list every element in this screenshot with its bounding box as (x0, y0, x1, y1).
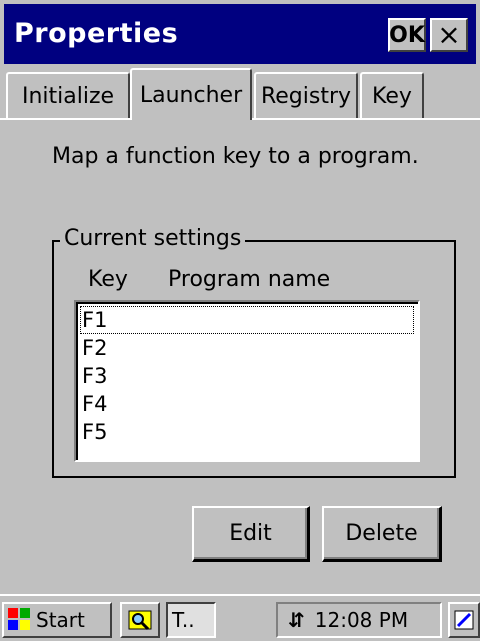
tab-strip: Initialize Launcher Registry Key (0, 64, 480, 124)
tab-launcher[interactable]: Launcher (130, 68, 252, 120)
tab-initialize[interactable]: Initialize (6, 72, 130, 118)
column-header-key: Key (88, 267, 128, 292)
list-item-f1[interactable]: F1 (80, 306, 414, 334)
delete-button[interactable]: Delete (322, 506, 442, 562)
clock[interactable]: 12:08 PM (315, 608, 408, 632)
explorer-taskbar-button[interactable] (120, 602, 160, 638)
active-task-button[interactable]: T.. (166, 602, 216, 638)
windows-logo-icon (8, 608, 32, 632)
ok-button[interactable]: OK (388, 18, 426, 52)
input-panel-button[interactable] (448, 602, 480, 638)
tab-registry[interactable]: Registry (254, 72, 358, 118)
start-label: Start (36, 608, 85, 632)
taskbar: Start T.. ⇵ 12:08 PM (0, 594, 480, 641)
list-item-f5[interactable]: F5 (80, 418, 414, 446)
active-tab-gap (132, 118, 250, 120)
system-tray: ⇵ 12:08 PM (276, 602, 442, 638)
column-header-program: Program name (168, 267, 331, 292)
list-item-f3[interactable]: F3 (80, 362, 414, 390)
list-item-f4[interactable]: F4 (80, 390, 414, 418)
pen-icon (454, 610, 474, 630)
edit-button[interactable]: Edit (192, 506, 310, 562)
properties-window: Properties OK × Initialize Launcher Regi… (0, 0, 480, 595)
explorer-icon (128, 610, 152, 631)
tab-key[interactable]: Key (360, 72, 424, 118)
title-bar: Properties OK × (4, 4, 476, 64)
window-title: Properties (14, 18, 179, 49)
launcher-description: Map a function key to a program. (52, 144, 419, 169)
connection-icon[interactable]: ⇵ (288, 608, 305, 632)
key-mapping-list[interactable]: F1 F2 F3 F4 F5 (74, 300, 420, 462)
current-settings-label: Current settings (60, 226, 246, 251)
list-item-f2[interactable]: F2 (80, 334, 414, 362)
start-button[interactable]: Start (2, 602, 112, 638)
close-button[interactable]: × (430, 18, 468, 52)
